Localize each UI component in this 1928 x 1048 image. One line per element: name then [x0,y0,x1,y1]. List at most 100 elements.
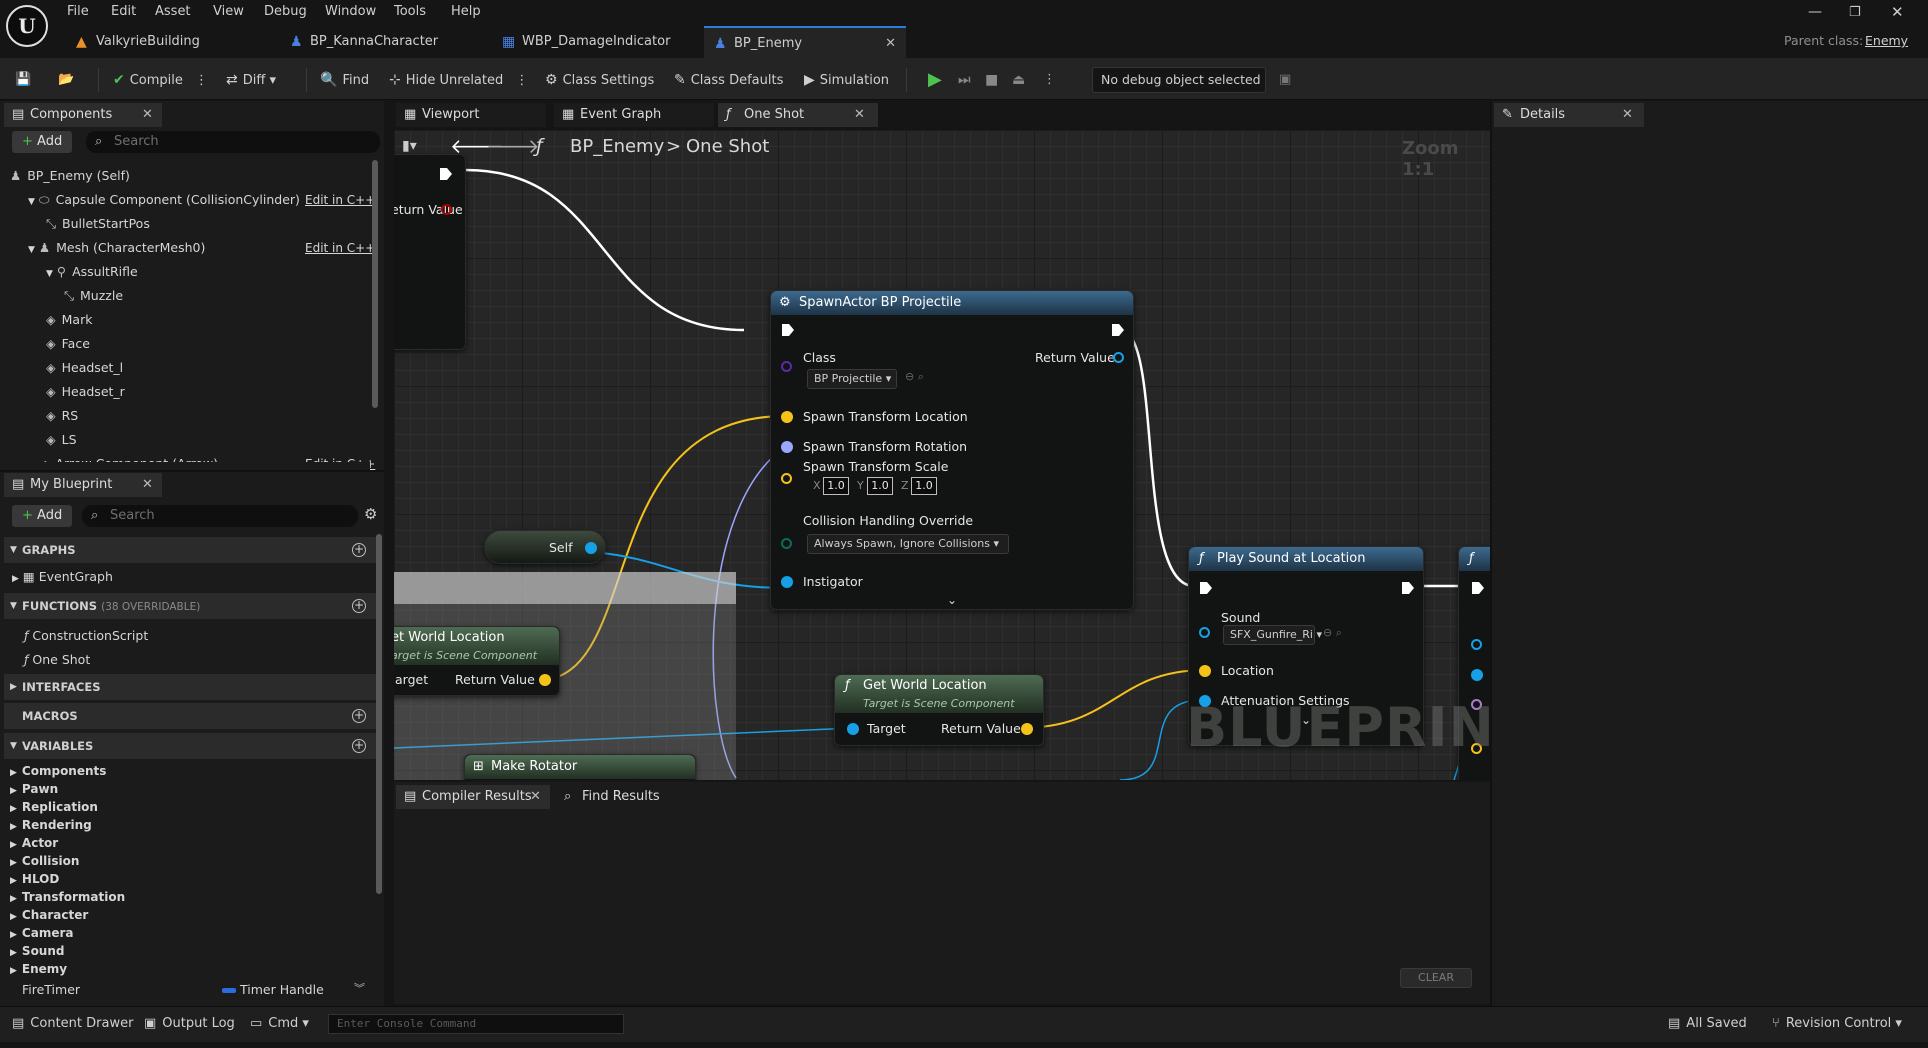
spawn-scale-pin[interactable] [781,473,792,484]
self-node[interactable]: Self [484,530,606,564]
component-item[interactable]: ⤡ Muzzle [64,286,123,306]
menu-view[interactable]: View [213,4,244,19]
menu-file[interactable]: File [67,4,89,19]
instigator-pin[interactable] [781,576,793,588]
function-item-constructionscript[interactable]: ƒ ConstructionScript [24,626,148,646]
diff-button[interactable]: ⇄ Diff ▾ [226,69,276,91]
variables-section-header[interactable]: ▼ VARIABLES + [4,733,376,759]
component-item[interactable]: ◈ RS [46,406,78,426]
function-item-one-shot[interactable]: ƒ One Shot [24,650,90,670]
component-item[interactable]: ◈ Mark [46,310,92,330]
spawn-location-pin[interactable] [781,411,793,423]
output-log-button[interactable]: ▣ Output Log [144,1016,235,1031]
component-item[interactable]: ◈ Headset_l [46,358,123,378]
edit-in-cpp-link[interactable]: Edit in C++ [305,238,375,258]
clear-button[interactable]: CLEAR [1400,968,1472,988]
close-window-icon[interactable]: ✕ [1891,3,1904,21]
variable-category[interactable]: ▶ Transformation [10,888,125,906]
variable-category[interactable]: ▶ Sound [10,942,64,960]
graph-item-eventgraph[interactable]: ▶ ▦ EventGraph [12,567,113,587]
variable-type-label[interactable]: Timer Handle [240,980,324,1000]
sound-browse-icon[interactable]: ⊖ ⌕ [1323,626,1342,640]
variable-category[interactable]: ▶ Enemy [10,960,67,978]
expand-pins-icon[interactable]: ⌄ [947,593,957,607]
get-world-location-node-left[interactable]: et World Location arget is Scene Compone… [394,626,560,696]
class-settings-button[interactable]: ⚙ Class Settings [545,69,654,91]
exec-in-pin-icon[interactable] [781,323,795,337]
object-pin[interactable] [1471,639,1482,650]
functions-section-header[interactable]: ▼ FUNCTIONS (38 OVERRIDABLE) + [4,593,376,619]
compile-button[interactable]: ✔ Compile ⋮ [113,69,208,91]
tab-event-graph[interactable]: ▦ Event Graph [554,103,714,127]
console-command-input[interactable]: Enter Console Command [328,1014,624,1034]
restore-icon[interactable]: ❐ [1849,5,1861,20]
unreal-logo-icon[interactable]: U [6,5,48,47]
menu-asset[interactable]: Asset [155,4,191,19]
close-my-blueprint-icon[interactable]: ✕ [142,473,153,497]
save-icon[interactable]: 💾 [15,69,31,91]
browse-icon[interactable]: 📂 [58,69,74,91]
debug-object-dropdown[interactable]: No debug object selected ▾ [1092,67,1266,111]
stop-icon[interactable]: ■ [985,69,998,91]
eject-icon[interactable]: ⏏ [1012,69,1025,91]
my-blueprint-add-button[interactable]: + Add [12,505,72,527]
collision-dropdown[interactable]: Always Spawn, Ignore Collisions ▾ [807,534,1009,554]
sound-dropdown[interactable]: SFX_Gunfire_Ri ▾ [1223,625,1322,645]
variable-category[interactable]: ▶ Collision [10,852,79,870]
self-pin[interactable] [585,542,597,554]
interfaces-section-header[interactable]: ▶ INTERFACES [4,674,376,700]
get-world-location-node[interactable]: ƒ Get World Location Target is Scene Com… [834,674,1044,746]
make-rotator-node[interactable]: ⊞ Make Rotator [464,754,696,780]
close-compiler-icon[interactable]: ✕ [530,785,541,809]
object-pin[interactable] [1471,669,1483,681]
variable-category[interactable]: ▶ HLOD [10,870,59,888]
component-item[interactable]: ◈ Headset_r [46,382,125,402]
minimize-icon[interactable]: — [1808,4,1822,20]
sound-pin[interactable] [1199,627,1210,638]
cmd-dropdown[interactable]: ▭ Cmd ▾ [250,1016,309,1031]
exec-out-pin-icon[interactable] [1401,581,1415,595]
exec-out-pin-icon[interactable] [1111,323,1125,337]
close-tab-icon[interactable]: ✕ [854,103,865,127]
component-item[interactable]: ♟ BP_Enemy (Self) [10,166,130,186]
gwl-return-pin[interactable] [1021,723,1033,735]
gwl-target-pin[interactable] [847,723,859,735]
scale-y-input[interactable]: 1.0 [867,477,893,495]
menu-help[interactable]: Help [451,4,481,19]
revision-control-button[interactable]: ⑂ Revision Control ▾ [1772,1016,1902,1031]
blueprint-graph-canvas[interactable]: ▮▾ 🡐 🡒 ƒ BP_Enemy > One Shot Zoom 1:1 et… [394,130,1490,780]
variable-dropdown-icon[interactable]: ︾ [354,980,365,996]
add-variable-icon[interactable]: + [352,739,366,753]
close-details-icon[interactable]: ✕ [1622,103,1633,127]
class-pin[interactable] [781,361,792,372]
component-item[interactable]: ⤡ BulletStartPos [46,214,150,234]
all-saved-button[interactable]: ▤ All Saved [1668,1016,1747,1031]
menu-tools[interactable]: Tools [394,4,426,19]
find-results-tab[interactable]: ⌕ Find Results [556,785,686,809]
gwl-left-return-pin[interactable] [539,674,551,686]
variable-category[interactable]: ▶ Actor [10,834,58,852]
forward-arrow-icon[interactable]: 🡒 [486,134,540,158]
component-item[interactable]: ◈ LS [46,430,77,450]
settings-gear-icon[interactable]: ⚙ [364,505,377,523]
menu-edit[interactable]: Edit [111,4,136,19]
tree-expand-arrow-icon[interactable]: ▼ [28,245,35,255]
play-options-icon[interactable]: ⋮ [1043,69,1056,91]
variable-category[interactable]: ▶ Character [10,906,88,924]
add-macro-icon[interactable]: + [352,709,366,723]
components-search-input[interactable]: ⌕ Search [86,131,380,153]
components-scrollbar[interactable] [372,160,378,408]
play-icon[interactable]: ▶ [928,69,942,91]
content-drawer-button[interactable]: ▤ Content Drawer [12,1016,133,1031]
tree-expand-arrow-icon[interactable]: ▼ [46,269,53,279]
variable-item-firetimer[interactable]: FireTimer [22,980,80,1000]
my-blueprint-search-input[interactable]: ⌕ Search [82,505,358,527]
exec-in-pin-icon[interactable] [1471,581,1485,595]
variable-category[interactable]: ▶ Pawn [10,780,58,798]
collision-pin[interactable] [781,538,792,549]
tree-expand-arrow-icon[interactable]: ▼ [28,197,35,207]
macros-section-header[interactable]: MACROS + [4,703,376,729]
close-components-icon[interactable]: ✕ [142,103,153,127]
tab-bp-enemy[interactable]: ♟ BP_Enemy ✕ [704,26,906,58]
menu-window[interactable]: Window [325,4,376,19]
